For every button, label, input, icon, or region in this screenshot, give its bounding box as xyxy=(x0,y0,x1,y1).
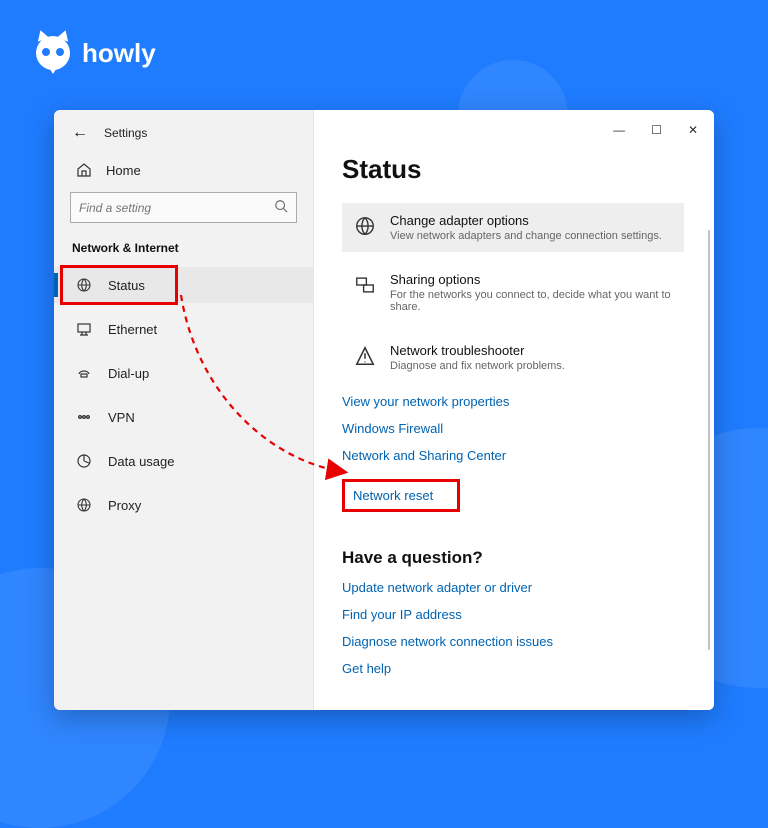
link-network-properties[interactable]: View your network properties xyxy=(342,394,684,409)
globe-icon xyxy=(354,215,376,237)
option-troubleshoot-title: Network troubleshooter xyxy=(390,343,565,358)
back-button[interactable]: ← xyxy=(72,124,88,142)
sidebar-section-title: Network & Internet xyxy=(54,237,313,267)
sidebar-item-home[interactable]: Home xyxy=(54,154,313,186)
sidebar: ← Settings Home Network & Internet xyxy=(54,110,314,710)
sidebar-item-ethernet[interactable]: Ethernet xyxy=(54,311,313,347)
sidebar-proxy-label: Proxy xyxy=(108,498,141,513)
option-troubleshoot[interactable]: Network troubleshooter Diagnose and fix … xyxy=(342,333,684,382)
sharing-icon xyxy=(354,274,376,296)
help-link-find-ip[interactable]: Find your IP address xyxy=(342,607,684,622)
proxy-icon xyxy=(76,497,92,513)
option-troubleshoot-sub: Diagnose and fix network problems. xyxy=(390,360,565,372)
brand-logo: howly xyxy=(34,34,156,72)
link-windows-firewall[interactable]: Windows Firewall xyxy=(342,421,684,436)
status-icon xyxy=(76,277,92,293)
home-icon xyxy=(76,162,92,178)
settings-window: ← Settings Home Network & Internet xyxy=(54,110,714,710)
option-change-adapter[interactable]: Change adapter options View network adap… xyxy=(342,203,684,252)
link-network-reset[interactable]: Network reset xyxy=(342,479,460,512)
scrollbar[interactable] xyxy=(708,230,710,650)
sidebar-item-dialup[interactable]: Dial-up xyxy=(54,355,313,391)
sidebar-datausage-label: Data usage xyxy=(108,454,175,469)
search-field[interactable] xyxy=(79,201,274,215)
dialup-icon xyxy=(76,365,92,381)
datausage-icon xyxy=(76,453,92,469)
close-button[interactable]: ✕ xyxy=(688,124,698,136)
help-link-diagnose[interactable]: Diagnose network connection issues xyxy=(342,634,684,649)
ethernet-icon xyxy=(76,321,92,337)
search-input[interactable] xyxy=(70,192,297,223)
sidebar-vpn-label: VPN xyxy=(108,410,135,425)
sidebar-home-label: Home xyxy=(106,163,141,178)
sidebar-item-datausage[interactable]: Data usage xyxy=(54,443,313,479)
vpn-icon xyxy=(76,409,92,425)
help-link-update-adapter[interactable]: Update network adapter or driver xyxy=(342,580,684,595)
option-sharing-sub: For the networks you connect to, decide … xyxy=(390,289,672,313)
sidebar-dialup-label: Dial-up xyxy=(108,366,149,381)
window-controls: — ☐ ✕ xyxy=(613,124,698,136)
option-sharing[interactable]: Sharing options For the networks you con… xyxy=(342,262,684,323)
main-content: — ☐ ✕ Status Change adapter options View… xyxy=(314,110,714,710)
warning-icon xyxy=(354,345,376,367)
link-network-sharing-center[interactable]: Network and Sharing Center xyxy=(342,448,684,463)
help-link-get-help[interactable]: Get help xyxy=(342,661,684,676)
option-adapter-title: Change adapter options xyxy=(390,213,662,228)
owl-icon xyxy=(34,34,72,72)
brand-name: howly xyxy=(82,38,156,69)
question-heading: Have a question? xyxy=(342,548,684,568)
option-sharing-title: Sharing options xyxy=(390,272,672,287)
search-icon xyxy=(274,199,288,216)
maximize-button[interactable]: ☐ xyxy=(651,124,662,136)
window-title: Settings xyxy=(104,126,147,140)
sidebar-item-status[interactable]: Status xyxy=(54,267,313,303)
sidebar-item-proxy[interactable]: Proxy xyxy=(54,487,313,523)
sidebar-item-vpn[interactable]: VPN xyxy=(54,399,313,435)
minimize-button[interactable]: — xyxy=(613,124,625,136)
option-adapter-sub: View network adapters and change connect… xyxy=(390,230,662,242)
sidebar-status-label: Status xyxy=(108,278,145,293)
sidebar-ethernet-label: Ethernet xyxy=(108,322,157,337)
page-title: Status xyxy=(342,154,684,185)
